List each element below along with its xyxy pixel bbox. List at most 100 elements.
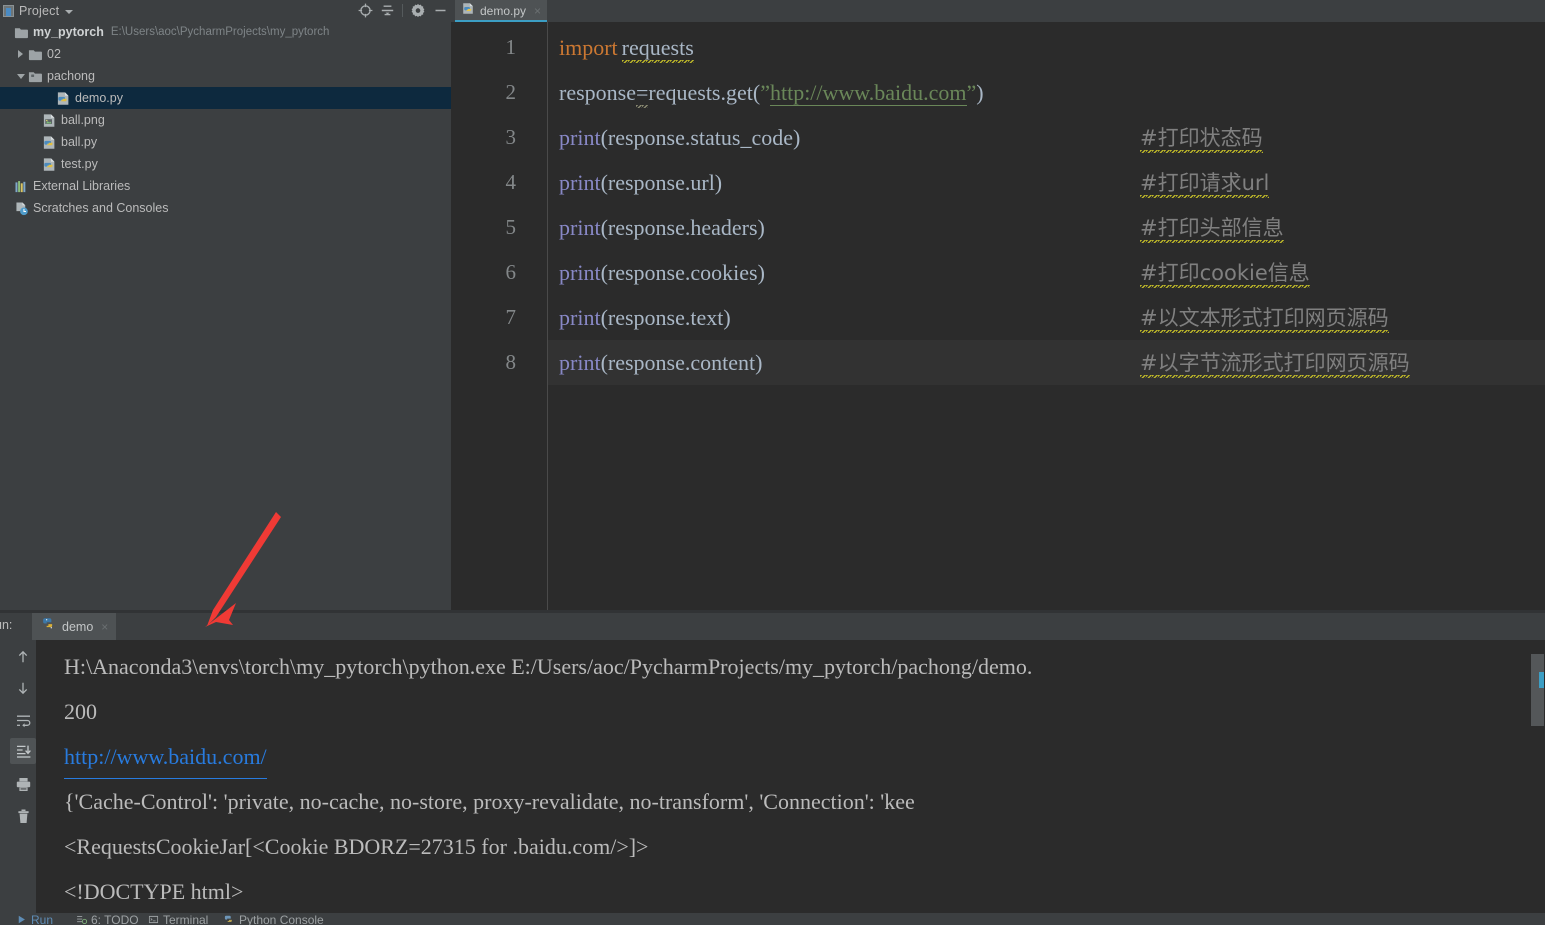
tab-label: demo.py [480,4,527,18]
code-line-6[interactable]: print(response.cookies) [559,250,765,295]
console-vertical-scrollbar[interactable] [1531,640,1545,913]
close-icon[interactable]: × [534,5,541,17]
status-bar-label: 6: TODO [91,914,139,925]
status-bar-label: Python Console [239,914,324,925]
tab-demo-py[interactable]: demo.py × [455,0,548,22]
tree-row[interactable]: test.py [0,153,451,175]
print-function: print [559,260,601,285]
toolbar-divider [402,4,403,17]
tree-item-label: test.py [61,157,98,171]
tree-row[interactable]: demo.py [0,87,451,109]
scroll-to-end-icon[interactable] [10,738,36,764]
comment-text: #打印cookie信息 [1140,261,1310,288]
keyword-import: import [559,35,618,60]
code-content[interactable]: import requests response=requests.get(”htt… [548,22,1545,610]
print-function: print [559,170,601,195]
code-editor[interactable]: 12345678 import requests response=requests… [451,22,1545,610]
scrollbar-thumb[interactable] [1531,654,1544,726]
scroll-down-icon[interactable] [10,675,36,701]
line-number: 2 [505,80,517,104]
code-line-5[interactable]: print(response.headers) [559,205,765,250]
status-bar-item[interactable]: 6: TODO [76,914,139,925]
run-icon [16,914,27,925]
line-number: 4 [505,170,517,194]
run-tab-demo[interactable]: demo × [32,613,117,640]
chevron-down-icon[interactable] [14,73,27,79]
line-number: 8 [505,350,517,374]
line-number: 5 [505,215,517,239]
console-output[interactable]: H:\Anaconda3\envs\torch\my_pytorch\pytho… [36,640,1545,913]
tree-item-label: External Libraries [33,179,131,193]
tree-row[interactable]: External Libraries [0,175,451,197]
tree-row[interactable]: my_pytorch E:\Users\aoc\PycharmProjects\m… [0,21,451,43]
print-argument: (response.content) [600,350,763,375]
print-argument: (response.url) [600,170,723,195]
soft-wrap-icon[interactable] [10,707,36,733]
code-line-4[interactable]: print(response.url) [559,160,722,205]
project-panel-title-group[interactable]: Project [0,3,74,18]
locate-icon[interactable] [354,0,376,21]
assign-operator: = [635,80,649,108]
folder-icon [13,25,30,40]
tree-row[interactable]: ball.png [0,109,451,131]
comment-text: #打印头部信息 [1140,216,1284,243]
tree-item-label: pachong [47,69,95,83]
chevron-down-icon[interactable] [65,9,74,14]
code-line-1[interactable]: import requests [559,25,694,70]
folder-icon [27,47,44,62]
minimize-icon[interactable] [429,0,451,21]
python-file-icon [41,135,58,150]
code-comment[interactable]: #以字节流形式打印网页源码 [1140,340,1410,385]
tree-row[interactable]: Scratches and Consoles [0,197,451,219]
status-bar-item[interactable]: Run [16,914,53,925]
code-comment[interactable]: #打印头部信息 [1140,205,1284,250]
code-comment[interactable]: #打印cookie信息 [1140,250,1310,295]
print-argument: (response.text) [600,305,731,330]
code-line-3[interactable]: print(response.status_code) [559,115,800,160]
scroll-up-icon[interactable] [10,644,36,670]
console-output-link[interactable]: http://www.baidu.com/ [64,734,267,779]
run-panel-toolbar [0,640,36,925]
run-panel-label: un: [0,618,13,632]
scrollbar-marker [1539,672,1544,688]
tree-row[interactable]: 02 [0,43,451,65]
code-line-8[interactable]: print(response.content) [559,340,762,385]
code-comment[interactable]: #打印状态码 [1140,115,1263,160]
libraries-icon [13,179,30,194]
line-number: 1 [505,35,517,59]
project-panel-title: Project [19,3,60,18]
variable-response: response [559,80,636,105]
status-bar-item[interactable]: Python Console [224,914,324,925]
status-bar-label: Run [31,914,54,925]
print-function: print [559,305,601,330]
tree-item-label: ball.py [61,135,98,149]
tree-row[interactable]: pachong [0,65,451,87]
settings-gear-icon[interactable] [407,0,429,21]
print-function: print [559,350,601,375]
requests-get-call: requests.get( [648,80,761,105]
close-icon[interactable]: × [101,621,108,633]
tree-item-label: ball.png [61,113,105,127]
status-bar: Run 6: TODO Terminal Python Console [0,913,1545,925]
print-function: print [559,215,601,240]
tree-row[interactable]: ball.py [0,131,451,153]
print-function: print [559,125,601,150]
trash-icon[interactable] [10,803,36,829]
comment-text: #打印状态码 [1140,126,1263,153]
editor-tab-bar: demo.py × [451,0,1545,22]
chevron-right-icon[interactable] [14,50,27,58]
code-line-2[interactable]: response=requests.get(”http://www.baidu.… [559,70,984,115]
status-bar-item[interactable]: Terminal [148,914,208,925]
code-comment[interactable]: #打印请求url [1140,160,1270,205]
line-number: 6 [505,260,517,284]
collapse-all-icon[interactable] [376,0,398,21]
console-output-line: {'Cache-Control': 'private, no-cache, no… [64,789,915,814]
code-comment[interactable]: #以文本形式打印网页源码 [1140,295,1389,340]
print-argument: (response.status_code) [600,125,801,150]
print-icon[interactable] [10,771,36,797]
line-number-gutter: 1 2 3 4 5 6 7 8 [451,22,547,610]
line-number: 7 [505,305,517,329]
code-line-7[interactable]: print(response.text) [559,295,731,340]
project-tree[interactable]: my_pytorch E:\Users\aoc\PycharmProjects\m… [0,21,451,610]
line-number: 3 [505,125,517,149]
